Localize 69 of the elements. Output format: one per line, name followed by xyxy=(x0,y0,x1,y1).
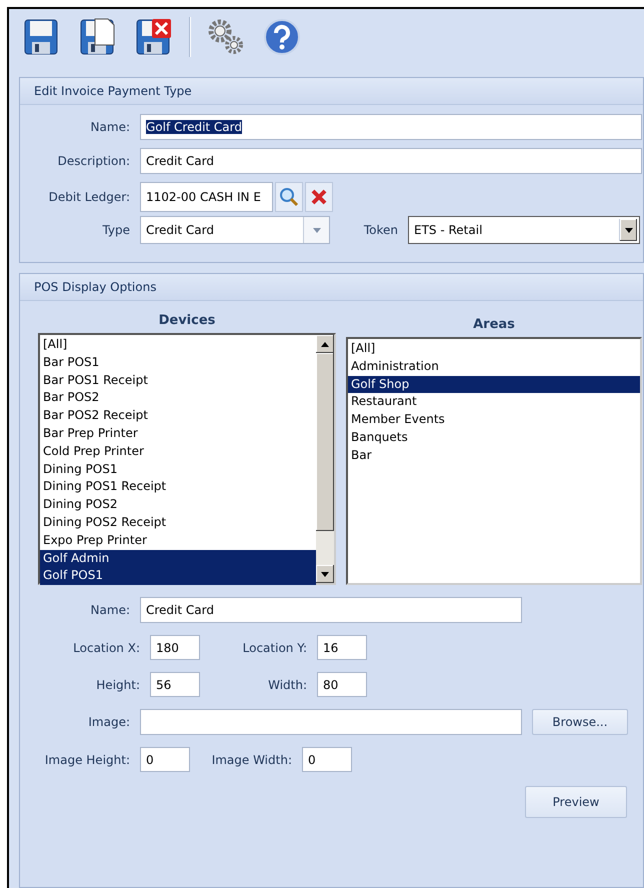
browse-button[interactable]: Browse... xyxy=(532,709,628,735)
number-field[interactable]: 80 xyxy=(317,672,367,697)
list-item[interactable]: [All] xyxy=(348,340,640,358)
list-item[interactable]: [All] xyxy=(40,336,316,354)
list-item[interactable]: Dining POS1 xyxy=(40,460,316,478)
field-label: Image: xyxy=(87,715,131,729)
token-dropdown[interactable]: ETS - Retail xyxy=(408,216,640,244)
list-item[interactable]: Bar xyxy=(348,446,640,465)
field-label: Height: xyxy=(95,678,141,692)
field-label: Name: xyxy=(90,603,131,617)
down-arrow-icon xyxy=(321,572,329,576)
floppy-cross-icon xyxy=(136,18,172,56)
number-field[interactable]: 180 xyxy=(150,635,200,660)
caret-icon xyxy=(312,228,320,232)
field-label: Image Height: xyxy=(44,752,131,766)
list-title: Devices xyxy=(158,313,216,328)
list-item[interactable]: Bar POS1 xyxy=(40,354,316,372)
field-label: Description: xyxy=(56,154,131,168)
field-label: Width: xyxy=(267,678,308,692)
field-label: Token xyxy=(362,223,399,237)
field-label: Image Width: xyxy=(210,752,293,766)
number-field[interactable]: 56 xyxy=(150,672,200,697)
list-item[interactable]: Restaurant xyxy=(348,393,640,412)
field-label: Type xyxy=(101,223,131,237)
list-item[interactable]: Golf Admin xyxy=(40,550,316,568)
field-label: Location X: xyxy=(72,640,141,654)
list-item[interactable]: Dining POS1 Receipt xyxy=(40,478,316,496)
list-item[interactable]: Administration xyxy=(348,358,640,376)
description-field[interactable]: Credit Card xyxy=(140,148,642,174)
image-field[interactable] xyxy=(140,709,522,735)
type-dropdown[interactable]: Credit Card xyxy=(140,216,330,244)
list-item[interactable]: Bar POS1 Receipt xyxy=(40,372,316,390)
areas-list[interactable]: [All] Administration Golf Shop Restaurant Member Events Banquets Bar xyxy=(346,337,642,585)
name-field[interactable]: Credit Card xyxy=(140,597,522,623)
preview-button[interactable]: Preview xyxy=(525,786,627,818)
number-field[interactable]: 0 xyxy=(140,747,190,772)
list-item[interactable]: Golf POS1 xyxy=(40,567,316,586)
field-label: Name: xyxy=(90,120,131,134)
search-icon xyxy=(279,187,299,207)
devices-list[interactable]: [All] Bar POS1 Bar POS1 Receipt Bar POS2 Bar POS2 Receipt Bar Prep Printer Cold Prep Printer Dining POS1 Dining POS1 Receipt Dining POS2 Dining POS2 Receipt Expo Prep Printer Golf Admin Golf POS1 xyxy=(38,333,336,585)
list-item[interactable]: Member Events xyxy=(348,411,640,429)
name-field[interactable]: Golf Credit Card xyxy=(140,114,642,140)
list-title: Areas xyxy=(473,317,515,332)
gears-icon xyxy=(207,18,245,56)
panel-title: POS Display Options xyxy=(20,274,643,301)
caret-icon xyxy=(624,228,632,232)
list-item[interactable]: Dining POS2 xyxy=(40,496,316,514)
floppy-document-icon xyxy=(80,18,116,56)
close-icon xyxy=(310,188,328,206)
clear-button[interactable] xyxy=(305,182,333,212)
list-item[interactable]: Expo Prep Printer xyxy=(40,532,316,550)
list-item[interactable]: Cold Prep Printer xyxy=(40,442,316,461)
field-label: Location Y: xyxy=(242,640,308,654)
search-button[interactable] xyxy=(275,182,303,212)
help-icon xyxy=(263,18,301,56)
panel-title: Edit Invoice Payment Type xyxy=(20,78,643,105)
ledger-field[interactable]: 1102-00 CASH IN E xyxy=(140,182,273,212)
list-item[interactable]: Bar POS2 xyxy=(40,389,316,408)
list-item[interactable]: Bar POS2 Receipt xyxy=(40,407,316,425)
list-item[interactable]: Banquets xyxy=(348,428,640,447)
scrollbar[interactable] xyxy=(316,335,334,583)
number-field[interactable]: 16 xyxy=(317,635,367,660)
list-item[interactable]: Bar Prep Printer xyxy=(40,424,316,443)
toolbar-button[interactable] xyxy=(261,16,303,58)
number-field[interactable]: 0 xyxy=(302,747,352,772)
field-label: Debit Ledger: xyxy=(48,190,131,204)
list-item[interactable]: Dining POS2 Receipt xyxy=(40,514,316,532)
list-item[interactable]: Golf Shop xyxy=(348,376,640,394)
up-arrow-icon xyxy=(321,342,329,346)
